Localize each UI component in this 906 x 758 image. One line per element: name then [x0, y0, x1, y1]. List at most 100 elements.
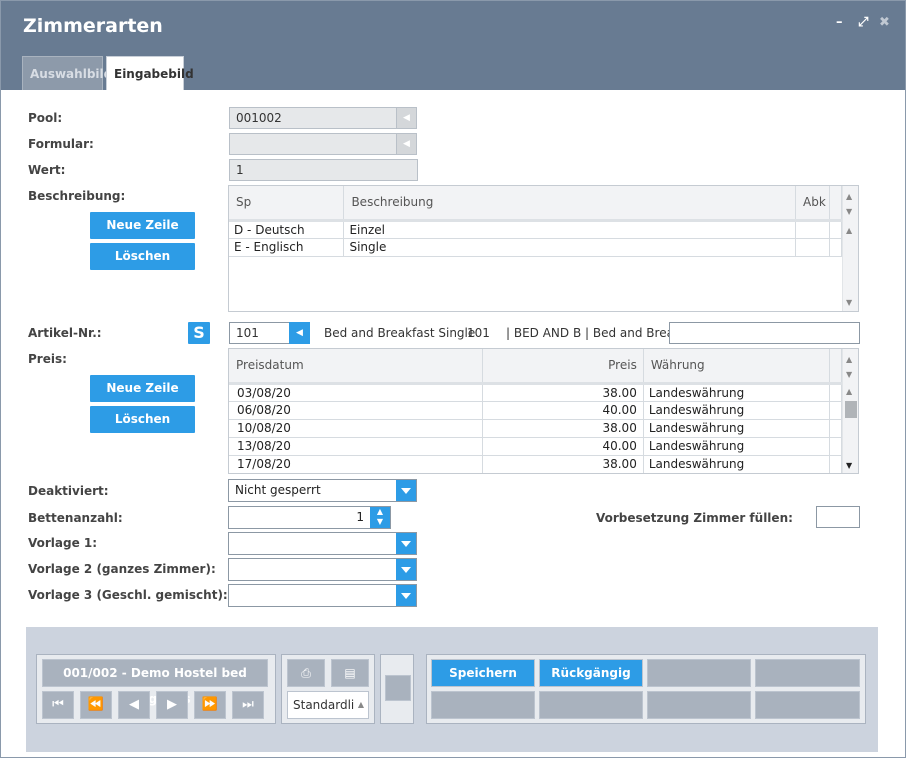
neue-zeile-button[interactable]: Neue Zeile — [90, 212, 195, 239]
scroll-down-icon[interactable]: ▼ — [846, 298, 852, 307]
action-button-6[interactable] — [539, 691, 643, 719]
artikel-lookup-button[interactable]: ◀ — [289, 322, 310, 344]
wert-field[interactable]: 1 — [229, 159, 418, 181]
cell-beschreibung[interactable]: Single — [343, 238, 796, 257]
cell-preisdatum[interactable]: 13/08/20 — [229, 437, 483, 456]
cell-sp[interactable]: E - Englisch — [229, 238, 345, 257]
stepper-arrows-icon[interactable]: ▲ ▼ — [370, 507, 390, 528]
chevron-up-icon[interactable]: ▲ — [358, 692, 364, 718]
cell-preisdatum[interactable]: 06/08/20 — [229, 401, 483, 420]
scroll-thumb[interactable] — [845, 401, 857, 418]
scroll-up-icon[interactable]: ▲ — [846, 387, 852, 396]
vorbesetzung-field[interactable] — [816, 506, 860, 528]
scroll-down-icon[interactable]: ▼ — [846, 370, 852, 379]
export-icon[interactable]: ▤ — [331, 659, 369, 687]
scroll-down-icon[interactable]: ▼ — [846, 461, 852, 470]
table-row[interactable]: 10/08/20 38.00 Landeswährung — [229, 419, 843, 438]
table-row[interactable]: E - Englisch Single — [229, 238, 843, 257]
print-icon[interactable]: ⎙ — [287, 659, 325, 687]
cell-preis[interactable]: 40.00 — [482, 401, 644, 420]
maximize-icon[interactable]: ⤢ — [858, 15, 868, 30]
cell-preisdatum[interactable]: 03/08/20 — [229, 383, 483, 402]
table-row[interactable]: 03/08/20 38.00 Landeswährung — [229, 383, 843, 402]
artikel-text-field[interactable] — [669, 322, 860, 344]
cell-preis[interactable]: 38.00 — [482, 455, 644, 473]
chevron-down-icon[interactable] — [396, 585, 416, 606]
vorlage2-select[interactable] — [228, 558, 417, 581]
last-record-icon[interactable]: ⏭ — [232, 691, 264, 719]
cell-waehrung[interactable]: Landeswährung — [643, 383, 830, 402]
close-icon[interactable]: ✖ — [879, 15, 890, 30]
undo-button[interactable]: Rückgängig — [539, 659, 643, 687]
formular-field[interactable] — [229, 133, 397, 155]
artikel-label: Artikel-Nr.: — [28, 326, 102, 340]
save-button[interactable]: Speichern — [431, 659, 535, 687]
cell-beschreibung[interactable]: Einzel — [343, 220, 796, 239]
chevron-down-icon[interactable] — [396, 533, 416, 554]
list-select[interactable]: Standardli ▲ — [287, 691, 369, 719]
preis-loeschen-button[interactable]: Löschen — [90, 406, 195, 433]
cell-spacer — [829, 455, 843, 473]
table-row[interactable]: 17/08/20 38.00 Landeswährung — [229, 455, 843, 473]
next-record-icon[interactable]: ▶ — [156, 691, 188, 719]
fast-forward-icon[interactable]: ⏩ — [194, 691, 226, 719]
action-button-4[interactable] — [755, 659, 860, 687]
cell-spacer — [829, 220, 843, 239]
cell-waehrung[interactable]: Landeswährung — [643, 437, 830, 456]
cell-preis[interactable]: 38.00 — [482, 419, 644, 438]
extra-group — [380, 654, 414, 724]
prev-record-icon[interactable]: ◀ — [118, 691, 150, 719]
scroll-up-icon[interactable]: ▲ — [846, 355, 852, 364]
vorlage1-label: Vorlage 1: — [28, 536, 98, 550]
cell-abk[interactable] — [795, 220, 830, 239]
betten-stepper[interactable]: 1 ▲ ▼ — [228, 506, 391, 529]
pool-field[interactable]: 001002 — [229, 107, 397, 129]
betten-label: Bettenanzahl: — [28, 511, 123, 525]
pool-lookup-button[interactable]: ◀ — [396, 107, 417, 129]
loeschen-button[interactable]: Löschen — [90, 243, 195, 270]
scroll-up-icon[interactable]: ▲ — [846, 192, 852, 201]
action-button-5[interactable] — [431, 691, 535, 719]
cell-preis[interactable]: 38.00 — [482, 383, 644, 402]
column-header-preisdatum[interactable]: Preisdatum — [229, 349, 483, 385]
tab-auswahlbild[interactable]: Auswahlbild — [22, 56, 112, 90]
table-row[interactable]: 06/08/20 40.00 Landeswährung — [229, 401, 843, 420]
preis-neue-zeile-button[interactable]: Neue Zeile — [90, 375, 195, 402]
beschreibung-scrollbar[interactable]: ▲ ▼ ▲ ▼ — [842, 186, 858, 311]
vorlage1-select[interactable] — [228, 532, 417, 555]
minimize-icon[interactable]: – — [836, 15, 843, 30]
cell-preis[interactable]: 40.00 — [482, 437, 644, 456]
cell-abk[interactable] — [795, 238, 830, 257]
chevron-down-icon[interactable] — [396, 480, 416, 501]
column-header-beschreibung[interactable]: Beschreibung — [343, 186, 796, 222]
extra-button[interactable] — [385, 675, 411, 701]
cell-preisdatum[interactable]: 17/08/20 — [229, 455, 483, 473]
action-button-7[interactable] — [647, 691, 751, 719]
action-button-3[interactable] — [647, 659, 751, 687]
table-row[interactable]: 13/08/20 40.00 Landeswährung — [229, 437, 843, 456]
scroll-up-icon[interactable]: ▲ — [846, 226, 852, 235]
vorlage3-select[interactable] — [228, 584, 417, 607]
column-header-waehrung[interactable]: Währung — [643, 349, 830, 385]
tab-eingabebild[interactable]: Eingabebild — [106, 56, 194, 90]
fast-back-icon[interactable]: ⏪ — [80, 691, 112, 719]
formular-lookup-button[interactable]: ◀ — [396, 133, 417, 155]
column-header-spacer — [829, 186, 843, 222]
preis-scrollbar[interactable]: ▲ ▼ ▲ ▼ — [842, 349, 858, 473]
artikel-field[interactable]: 101 — [229, 322, 290, 344]
deaktiviert-select[interactable]: Nicht gesperrt — [228, 479, 417, 502]
column-header-abk[interactable]: Abk — [795, 186, 830, 222]
scroll-down-icon[interactable]: ▼ — [846, 207, 852, 216]
table-row[interactable]: D - Deutsch Einzel — [229, 220, 843, 239]
chevron-down-icon[interactable] — [396, 559, 416, 580]
cell-preisdatum[interactable]: 10/08/20 — [229, 419, 483, 438]
first-record-icon[interactable]: ⏮ — [42, 691, 74, 719]
cell-waehrung[interactable]: Landeswährung — [643, 419, 830, 438]
cell-waehrung[interactable]: Landeswährung — [643, 401, 830, 420]
column-header-preis[interactable]: Preis — [482, 349, 644, 385]
column-header-sp[interactable]: Sp — [229, 186, 345, 222]
cell-sp[interactable]: D - Deutsch — [229, 220, 345, 239]
search-s-button[interactable]: S — [188, 322, 210, 344]
cell-waehrung[interactable]: Landeswährung — [643, 455, 830, 473]
action-button-8[interactable] — [755, 691, 860, 719]
